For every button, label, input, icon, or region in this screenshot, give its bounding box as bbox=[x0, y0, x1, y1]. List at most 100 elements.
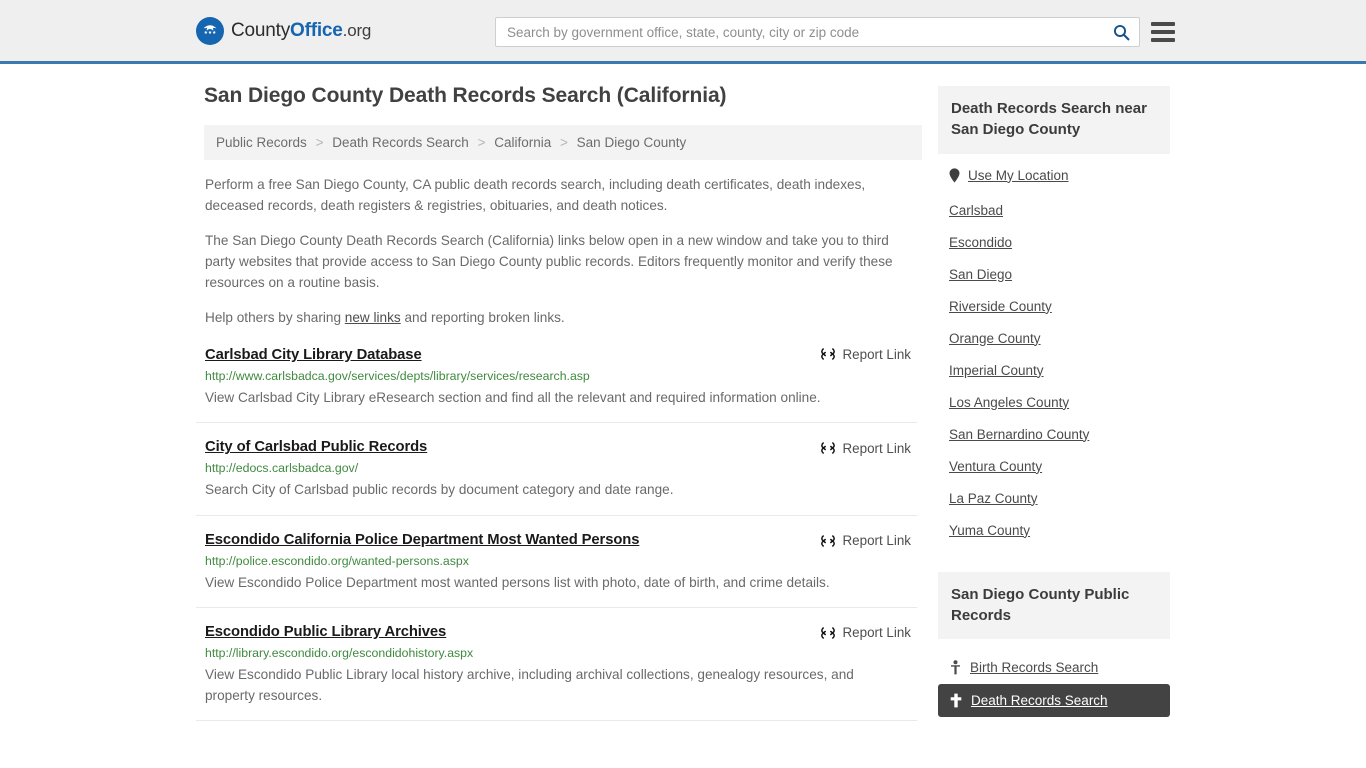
intro-paragraph-2: The San Diego County Death Records Searc… bbox=[205, 233, 893, 291]
result-title-link[interactable]: Escondido Public Library Archives bbox=[205, 624, 446, 640]
result-title-link[interactable]: City of Carlsbad Public Records bbox=[205, 439, 427, 455]
report-link-label: Report Link bbox=[842, 346, 911, 362]
list-item: Riverside County bbox=[938, 298, 1170, 316]
result-description: View Carlsbad City Library eResearch sec… bbox=[205, 390, 821, 406]
breadcrumb-item-public-records[interactable]: Public Records bbox=[216, 135, 307, 150]
brand-part-office: Office bbox=[290, 19, 343, 41]
help-line-before: Help others by sharing bbox=[205, 310, 345, 326]
result-item: City of Carlsbad Public Records http://e… bbox=[196, 438, 917, 516]
site-logo[interactable]: CountyOffice.org bbox=[196, 16, 371, 45]
result-title-link[interactable]: Carlsbad City Library Database bbox=[205, 347, 422, 363]
report-link-button[interactable]: Report Link bbox=[820, 533, 911, 549]
list-item: Use My Location bbox=[938, 168, 1170, 188]
breadcrumb-separator: > bbox=[315, 135, 324, 150]
list-item: Los Angeles County bbox=[938, 394, 1170, 412]
breadcrumb-item-san-diego-county[interactable]: San Diego County bbox=[577, 135, 687, 150]
sidebar-item-san-bernardino-county[interactable]: San Bernardino County bbox=[938, 427, 1089, 442]
result-description: View Escondido Public Library local hist… bbox=[205, 666, 854, 703]
breadcrumb: Public Records > Death Records Search > … bbox=[204, 125, 922, 160]
result-title-link[interactable]: Escondido California Police Department M… bbox=[205, 532, 639, 548]
cross-icon bbox=[950, 693, 962, 708]
breadcrumb-item-california[interactable]: California bbox=[494, 135, 551, 150]
sidebar-item-use-my-location[interactable]: Use My Location bbox=[938, 168, 1069, 183]
sidebar-item-label: San Diego bbox=[949, 266, 1013, 282]
sidebar-item-death-records-search[interactable]: Death Records Search bbox=[938, 684, 1170, 718]
nearby-search-list: Use My Location Carlsbad Escondido San D… bbox=[938, 154, 1170, 554]
broken-link-icon bbox=[820, 533, 836, 549]
report-link-label: Report Link bbox=[842, 625, 911, 641]
result-url[interactable]: http://edocs.carlsbadca.gov/ bbox=[205, 461, 917, 475]
search-icon bbox=[1113, 24, 1130, 41]
sidebar-item-orange-county[interactable]: Orange County bbox=[938, 331, 1041, 346]
search-input[interactable] bbox=[496, 19, 1103, 45]
list-item: Imperial County bbox=[938, 362, 1170, 380]
intro-paragraph-1: Perform a free San Diego County, CA publ… bbox=[205, 177, 866, 214]
report-link-label: Report Link bbox=[842, 440, 911, 456]
brand-part-tld: .org bbox=[342, 20, 372, 40]
report-link-button[interactable]: Report Link bbox=[820, 346, 911, 362]
list-item: Ventura County bbox=[938, 458, 1170, 476]
search-button[interactable] bbox=[1103, 18, 1139, 46]
brand-text: CountyOffice.org bbox=[231, 20, 371, 42]
sidebar-item-la-paz-county[interactable]: La Paz County bbox=[938, 491, 1038, 506]
broken-link-icon bbox=[820, 625, 836, 641]
result-url[interactable]: http://www.carlsbadca.gov/services/depts… bbox=[205, 369, 917, 383]
result-item: Escondido Public Library Archives http:/… bbox=[196, 623, 917, 721]
result-item: Carlsbad City Library Database http://ww… bbox=[196, 344, 917, 424]
sidebar-item-label: Yuma County bbox=[949, 522, 1031, 538]
search-bar[interactable] bbox=[495, 17, 1140, 47]
sidebar-item-label: Los Angeles County bbox=[949, 394, 1070, 410]
report-link-label: Report Link bbox=[842, 533, 911, 548]
list-item: Carlsbad bbox=[938, 202, 1170, 220]
broken-link-icon bbox=[820, 346, 836, 362]
breadcrumb-item-death-records-search[interactable]: Death Records Search bbox=[332, 135, 469, 150]
sidebar-item-label: Carlsbad bbox=[949, 202, 1004, 218]
broken-link-icon bbox=[820, 440, 836, 456]
nearby-search-heading: Death Records Search near San Diego Coun… bbox=[938, 86, 1170, 154]
sidebar-item-yuma-county[interactable]: Yuma County bbox=[938, 523, 1030, 538]
sidebar-item-label: Orange County bbox=[949, 330, 1041, 346]
result-description: View Escondido Police Department most wa… bbox=[205, 574, 830, 590]
result-description: Search City of Carlsbad public records b… bbox=[205, 482, 674, 498]
sidebar-item-label: Use My Location bbox=[968, 167, 1069, 183]
hamburger-bar bbox=[1151, 38, 1175, 42]
new-links-link[interactable]: new links bbox=[345, 310, 401, 325]
sidebar-item-label: Imperial County bbox=[949, 362, 1044, 378]
sidebar-item-label: La Paz County bbox=[949, 490, 1038, 506]
result-url[interactable]: http://library.escondido.org/escondidohi… bbox=[205, 646, 917, 660]
help-line-after: and reporting broken links. bbox=[400, 310, 565, 326]
public-records-heading: San Diego County Public Records bbox=[938, 571, 1170, 640]
results-list: Carlsbad City Library Database http://ww… bbox=[196, 344, 926, 721]
sidebar-item-imperial-county[interactable]: Imperial County bbox=[938, 363, 1044, 378]
sidebar-item-escondido[interactable]: Escondido bbox=[938, 235, 1012, 250]
sidebar-item-los-angeles-county[interactable]: Los Angeles County bbox=[938, 395, 1069, 410]
report-link-button[interactable]: Report Link bbox=[820, 625, 911, 641]
result-url[interactable]: http://police.escondido.org/wanted-perso… bbox=[205, 554, 917, 568]
map-pin-icon bbox=[949, 167, 960, 183]
list-item: Orange County bbox=[938, 330, 1170, 348]
breadcrumb-separator: > bbox=[560, 135, 568, 150]
sidebar-item-birth-records-search[interactable]: Birth Records Search bbox=[938, 651, 1170, 684]
list-item: La Paz County bbox=[938, 490, 1170, 508]
list-item: San Diego bbox=[938, 266, 1170, 284]
brand-part-county: County bbox=[231, 19, 291, 41]
sidebar-item-san-diego[interactable]: San Diego bbox=[938, 267, 1012, 282]
hamburger-menu-icon[interactable] bbox=[1151, 20, 1175, 44]
report-link-button[interactable]: Report Link bbox=[820, 440, 911, 456]
result-item: Escondido California Police Department M… bbox=[196, 531, 917, 608]
site-header: CountyOffice.org bbox=[0, 0, 1366, 64]
list-item: Escondido bbox=[938, 234, 1170, 252]
sidebar-item-ventura-county[interactable]: Ventura County bbox=[938, 459, 1042, 474]
hamburger-bar bbox=[1151, 30, 1175, 34]
sidebar-item-label: Death Records Search bbox=[971, 693, 1108, 709]
eagle-shield-icon bbox=[196, 16, 224, 45]
sidebar-item-riverside-county[interactable]: Riverside County bbox=[938, 299, 1052, 314]
sidebar-item-carlsbad[interactable]: Carlsbad bbox=[938, 203, 1003, 218]
page-body: San Diego County Death Records Search (C… bbox=[0, 64, 1366, 736]
sidebar-item-label: Escondido bbox=[949, 234, 1013, 250]
baby-icon bbox=[950, 660, 961, 675]
public-records-list: Birth Records Search Death Records Searc… bbox=[938, 639, 1170, 718]
right-sidebar: Death Records Search near San Diego Coun… bbox=[938, 64, 1170, 718]
sidebar-item-label: Ventura County bbox=[949, 458, 1043, 474]
help-line: Help others by sharing new links and rep… bbox=[205, 307, 917, 328]
